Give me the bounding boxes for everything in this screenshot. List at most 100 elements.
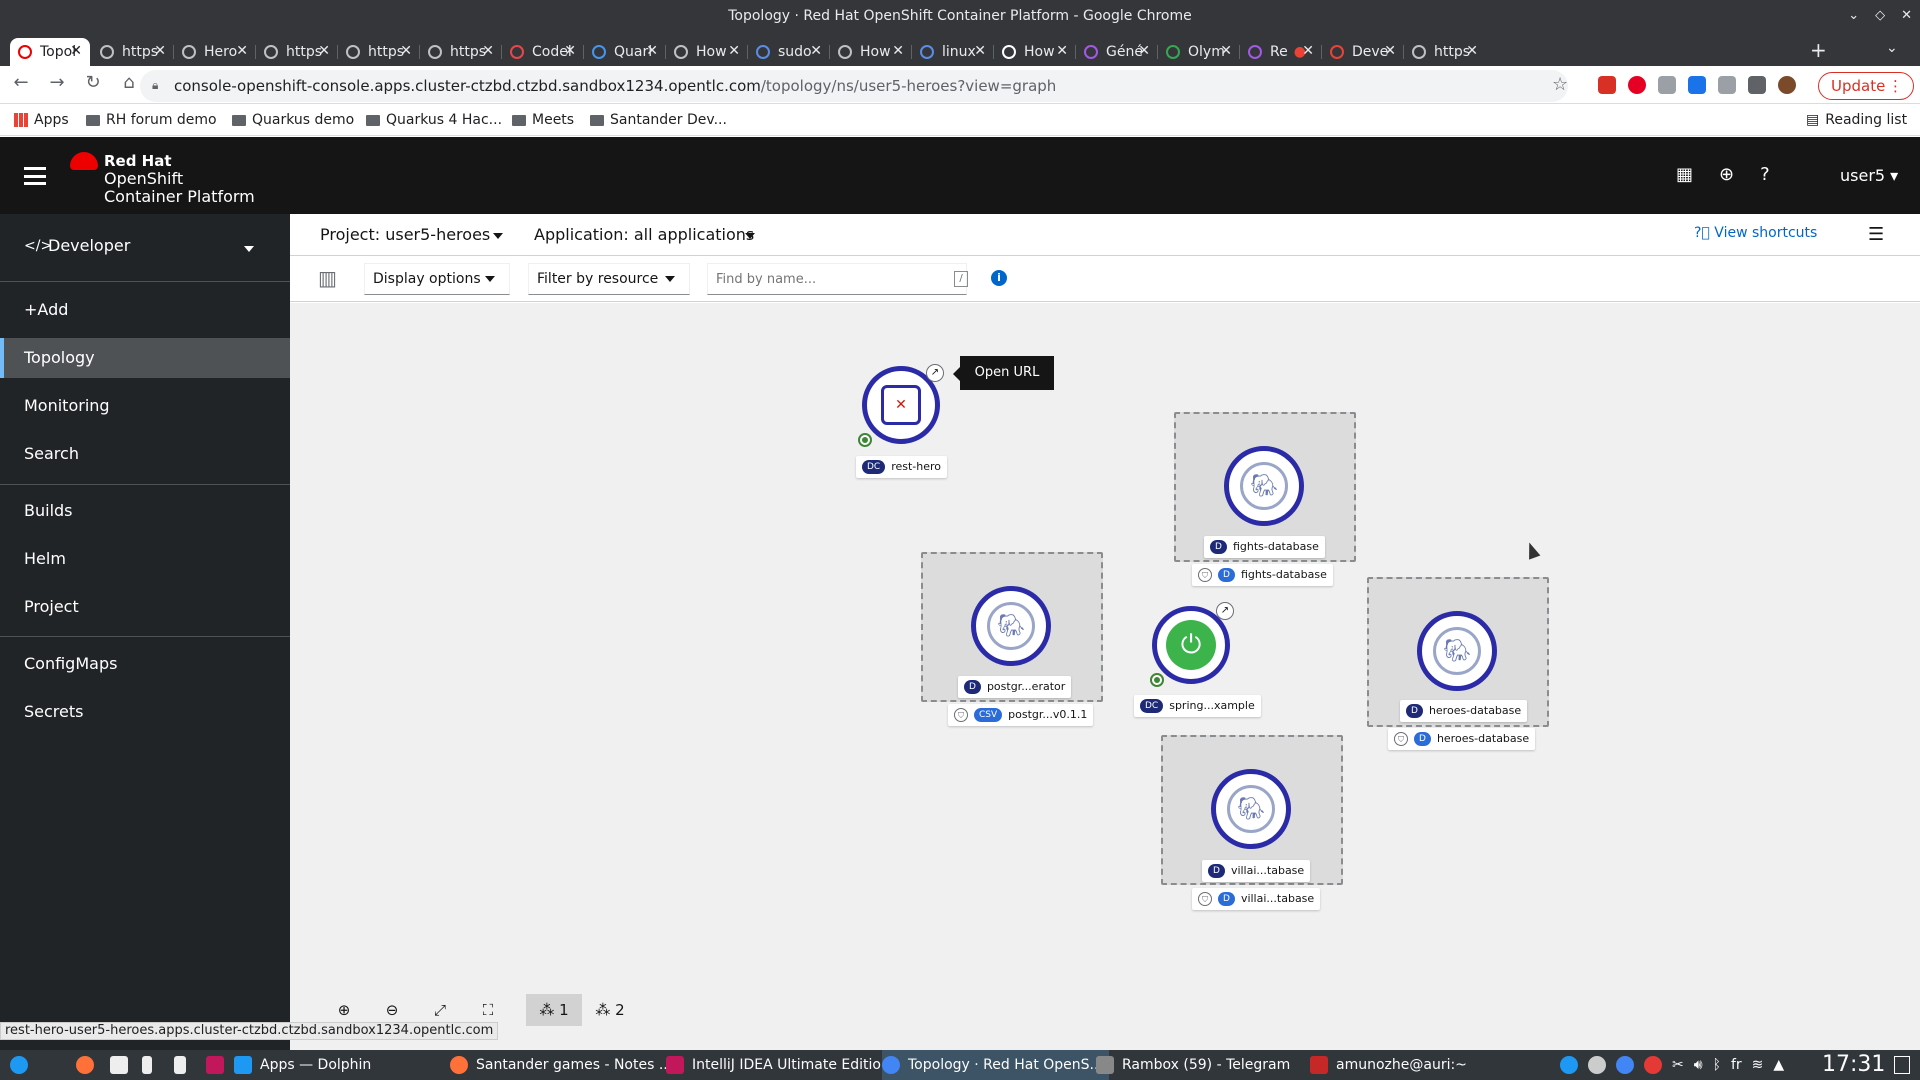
- chrome-tray-icon[interactable]: [1616, 1056, 1634, 1074]
- wifi-icon[interactable]: ≋: [1752, 1050, 1764, 1080]
- firefox-icon[interactable]: [76, 1050, 94, 1080]
- browser-tab[interactable]: https ✕: [92, 38, 174, 66]
- heroes-database-operator-label[interactable]: ⛉ Dheroes-database: [1388, 728, 1536, 750]
- browser-tab[interactable]: How ✕: [994, 38, 1076, 66]
- tab-close-icon[interactable]: ✕: [400, 43, 412, 59]
- clock[interactable]: 17:31: [1822, 1050, 1885, 1080]
- bookmark-folder[interactable]: Meets: [512, 112, 574, 128]
- puzzle-icon[interactable]: [1748, 76, 1766, 94]
- bookmark-star-icon[interactable]: ☆: [1552, 74, 1568, 95]
- layout-2-button[interactable]: ⁂ 2: [582, 994, 638, 1026]
- view-shortcuts-link[interactable]: ?⃝ View shortcuts: [1694, 225, 1817, 241]
- open-url-icon[interactable]: ↗: [1216, 602, 1234, 620]
- fights-database-node[interactable]: 🐘︎: [1224, 446, 1304, 526]
- sidebar-item-search[interactable]: Search: [0, 434, 290, 474]
- tray-expand-icon[interactable]: ▲: [1773, 1050, 1784, 1080]
- browser-tab[interactable]: Géné ✕: [1076, 38, 1158, 66]
- villains-database-operator-label[interactable]: ⛉ Dvillai...tabase: [1192, 888, 1321, 910]
- fights-database-label[interactable]: Dfights-database: [1204, 536, 1325, 558]
- show-desktop-icon[interactable]: [1894, 1056, 1910, 1074]
- perspective-switcher[interactable]: </> Developer: [0, 214, 290, 282]
- sidebar-item-helm[interactable]: Helm: [0, 539, 290, 579]
- tab-close-icon[interactable]: ✕: [1466, 43, 1478, 59]
- bookmark-folder[interactable]: Santander Dev...: [590, 112, 727, 128]
- tab-close-icon[interactable]: ✕: [154, 43, 166, 59]
- application-selector[interactable]: Application: all applications: [534, 225, 754, 244]
- tab-close-icon[interactable]: ✕: [318, 43, 330, 59]
- bookmark-apps[interactable]: Apps: [14, 112, 69, 128]
- browser-tab[interactable]: https ✕: [338, 38, 420, 66]
- postgres-csv-label[interactable]: ⛉ CSV postgr...v0.1.1: [948, 704, 1094, 726]
- taskbar-terminal[interactable]: amunozhe@auri:~: [1310, 1050, 1467, 1080]
- tab-search-icon[interactable]: ⌄: [1886, 40, 1898, 56]
- sidebar-item-secrets[interactable]: Secrets: [0, 692, 290, 732]
- bluetooth-icon[interactable]: ᛒ: [1713, 1050, 1721, 1080]
- help-icon[interactable]: ?: [1760, 164, 1770, 185]
- back-icon[interactable]: ←: [8, 72, 34, 93]
- open-url-icon[interactable]: ↗: [926, 364, 944, 382]
- project-selector[interactable]: Project: user5-heroes: [320, 225, 490, 244]
- volume-icon[interactable]: 🔊︎: [1694, 1050, 1703, 1080]
- tab-close-icon[interactable]: ✕: [482, 43, 494, 59]
- extension-icon[interactable]: [1718, 76, 1736, 94]
- taskbar-rambox[interactable]: Rambox (59) - Telegram: [1096, 1050, 1290, 1080]
- minimize-icon[interactable]: ⌄: [1848, 0, 1859, 32]
- sidebar-item-add[interactable]: +Add: [0, 290, 290, 330]
- browser-tab[interactable]: Re ● ✕: [1240, 38, 1322, 66]
- tab-close-icon[interactable]: ✕: [564, 43, 576, 59]
- tab-close-icon[interactable]: ✕: [1056, 43, 1068, 59]
- filter-by-resource-dropdown[interactable]: Filter by resource: [528, 263, 690, 295]
- tab-close-icon[interactable]: ✕: [892, 43, 904, 59]
- browser-tab[interactable]: Quarl ✕: [584, 38, 666, 66]
- fights-database-operator-label[interactable]: ⛉ Dfights-database: [1192, 564, 1333, 586]
- sidebar-item-monitoring[interactable]: Monitoring: [0, 386, 290, 426]
- tab-close-icon[interactable]: ✕: [646, 43, 658, 59]
- address-bar[interactable]: console-openshift-console.apps.cluster-c…: [140, 70, 1568, 102]
- tab-close-icon[interactable]: ✕: [1384, 43, 1396, 59]
- close-icon[interactable]: ✕: [1901, 0, 1912, 32]
- tab-close-icon[interactable]: ✕: [1138, 43, 1150, 59]
- bookmark-folder[interactable]: RH forum demo: [86, 112, 217, 128]
- bookmark-folder[interactable]: Quarkus 4 Hac...: [366, 112, 502, 128]
- tray-icon[interactable]: [1588, 1056, 1606, 1074]
- app-launcher-icon[interactable]: ▦: [1676, 164, 1693, 185]
- browser-tab[interactable]: Topol ✕: [10, 38, 90, 66]
- hamburger-menu-icon[interactable]: [24, 167, 46, 185]
- browser-tab[interactable]: https ✕: [420, 38, 502, 66]
- tab-close-icon[interactable]: ✕: [1302, 43, 1314, 59]
- lock-icon[interactable]: 🔒︎: [152, 78, 158, 93]
- app-icon[interactable]: [142, 1050, 152, 1080]
- app-launcher-icon[interactable]: [10, 1050, 28, 1080]
- taskbar-firefox-notes[interactable]: Santander games - Notes ...: [450, 1050, 672, 1080]
- spring-example-label[interactable]: DC spring...xample: [1134, 695, 1261, 717]
- home-icon[interactable]: ⌂: [116, 72, 142, 93]
- postgres-operator-label[interactable]: Dpostgr...erator: [958, 676, 1072, 698]
- browser-tab[interactable]: Hero ✕: [174, 38, 256, 66]
- browser-tab[interactable]: https ✕: [256, 38, 338, 66]
- info-tray-icon[interactable]: [1560, 1056, 1578, 1074]
- profile-avatar[interactable]: [1778, 76, 1796, 94]
- new-tab-button[interactable]: +: [1810, 38, 1827, 62]
- taskbar-intellij[interactable]: IntelliJ IDEA Ultimate Edition: [666, 1050, 890, 1080]
- keyboard-layout[interactable]: fr: [1731, 1050, 1742, 1080]
- taskbar-chrome-topology[interactable]: Topology · Red Hat OpenS...: [882, 1050, 1109, 1080]
- user-menu[interactable]: user5 ▾: [1840, 166, 1898, 185]
- tab-close-icon[interactable]: ✕: [728, 43, 740, 59]
- tab-close-icon[interactable]: ✕: [1220, 43, 1232, 59]
- browser-tab[interactable]: linux ✕: [912, 38, 994, 66]
- list-view-icon[interactable]: ☰: [1868, 224, 1884, 245]
- browser-tab[interactable]: sudo ✕: [748, 38, 830, 66]
- rest-hero-label[interactable]: DC rest-hero: [856, 456, 948, 478]
- intellij-icon[interactable]: [206, 1050, 224, 1080]
- tools-icon[interactable]: ✂: [1672, 1050, 1684, 1080]
- browser-tab[interactable]: Codel ✕: [502, 38, 584, 66]
- pinterest-icon[interactable]: [1628, 76, 1646, 94]
- find-by-name-input[interactable]: [707, 263, 967, 295]
- tab-close-icon[interactable]: ✕: [974, 43, 986, 59]
- tray-icon[interactable]: [1644, 1056, 1662, 1074]
- sidebar-item-builds[interactable]: Builds: [0, 491, 290, 531]
- heroes-database-node[interactable]: 🐘︎: [1417, 611, 1497, 691]
- browser-tab[interactable]: Deve ✕: [1322, 38, 1404, 66]
- extension-icon[interactable]: [1658, 76, 1676, 94]
- sidebar-item-project[interactable]: Project: [0, 587, 290, 627]
